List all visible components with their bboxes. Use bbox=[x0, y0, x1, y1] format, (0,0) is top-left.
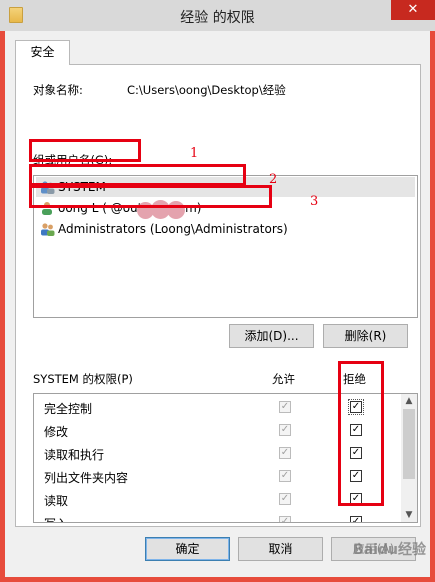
allow-checkbox[interactable]: ✓ bbox=[279, 516, 291, 522]
object-name-label: 对象名称: bbox=[33, 83, 83, 97]
ok-button[interactable]: 确定 bbox=[145, 537, 230, 561]
annotation-box-deny-column bbox=[338, 361, 384, 506]
deny-checkbox[interactable]: ✓ bbox=[350, 516, 362, 522]
allow-checkbox[interactable]: ✓ bbox=[279, 424, 291, 436]
annotation-number-1: 1 bbox=[190, 146, 199, 161]
permission-label: 列出文件夹内容 bbox=[44, 471, 129, 485]
scroll-down-icon[interactable]: ▼ bbox=[401, 508, 417, 522]
watermark: Baidu经验 bbox=[353, 542, 426, 558]
annotation-box-3 bbox=[29, 185, 272, 208]
allow-column-header: 允许 bbox=[272, 372, 295, 386]
permission-row: 写入 ✓ ✓ bbox=[34, 511, 403, 522]
list-item-administrators[interactable]: Administrators (Loong\Administrators) bbox=[36, 219, 415, 239]
users-group-icon bbox=[41, 223, 55, 236]
tab-security[interactable]: 安全 bbox=[15, 40, 70, 65]
list-item-label: Administrators (Loong\Administrators) bbox=[58, 222, 288, 236]
permission-label: 读取和执行 bbox=[44, 448, 105, 462]
allow-checkbox[interactable]: ✓ bbox=[279, 401, 291, 413]
permissions-dialog: 经验 的权限 ✕ 安全 对象名称: C:\Users\oong\Desktop\… bbox=[0, 0, 435, 582]
annotation-box-2 bbox=[29, 164, 246, 186]
permissions-label: SYSTEM 的权限(P) bbox=[33, 372, 133, 386]
remove-button[interactable]: 删除(R) bbox=[323, 324, 408, 348]
title-bar[interactable]: 经验 的权限 ✕ bbox=[0, 0, 435, 31]
window-title: 经验 的权限 bbox=[180, 10, 255, 26]
permission-label: 读取 bbox=[44, 494, 69, 508]
permission-label: 修改 bbox=[44, 425, 69, 439]
annotation-number-2: 2 bbox=[269, 172, 278, 187]
close-button[interactable]: ✕ bbox=[391, 0, 435, 20]
annotation-box-1 bbox=[29, 139, 141, 162]
scroll-thumb[interactable] bbox=[403, 409, 415, 479]
permission-label: 写入 bbox=[44, 515, 68, 522]
annotation-number-3: 3 bbox=[310, 194, 319, 209]
object-name-value: C:\Users\oong\Desktop\经验 bbox=[127, 83, 286, 97]
allow-checkbox[interactable]: ✓ bbox=[279, 447, 291, 459]
permission-label: 完全控制 bbox=[44, 402, 93, 416]
scroll-up-icon[interactable]: ▲ bbox=[401, 394, 417, 408]
permissions-scrollbar[interactable]: ▲ ▼ bbox=[401, 394, 417, 522]
cancel-button[interactable]: 取消 bbox=[238, 537, 323, 561]
allow-checkbox[interactable]: ✓ bbox=[279, 470, 291, 482]
allow-checkbox[interactable]: ✓ bbox=[279, 493, 291, 505]
add-button[interactable]: 添加(D)... bbox=[229, 324, 314, 348]
